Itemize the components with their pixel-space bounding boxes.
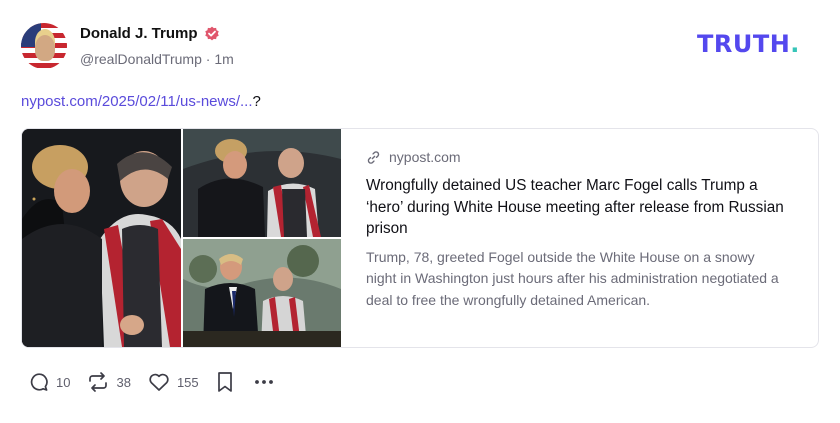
bookmark-icon bbox=[217, 372, 232, 392]
author-name[interactable]: Donald J. Trump bbox=[80, 25, 198, 42]
preview-description: Trump, 78, greeted Fogel outside the Whi… bbox=[366, 248, 779, 308]
preview-image-top bbox=[183, 129, 341, 237]
avatar[interactable] bbox=[21, 23, 67, 69]
retruth-count: 38 bbox=[116, 374, 131, 390]
preview-image-main bbox=[22, 129, 181, 347]
preview-photo-1 bbox=[22, 129, 181, 347]
post-link[interactable]: nypost.com/2025/02/11/us-news/... bbox=[21, 93, 253, 110]
like-icon bbox=[149, 373, 169, 391]
logo-dot: . bbox=[790, 30, 800, 58]
reply-count: 10 bbox=[56, 374, 71, 390]
retruth-button[interactable]: 38 bbox=[86, 371, 131, 393]
post-actions: 10 38 155 bbox=[28, 370, 293, 394]
meta-separator: · bbox=[205, 51, 211, 67]
preview-photo-3 bbox=[183, 239, 341, 347]
preview-domain: nypost.com bbox=[389, 149, 461, 165]
bookmark-button[interactable] bbox=[215, 370, 235, 394]
preview-photo-2 bbox=[183, 129, 341, 237]
post-time[interactable]: 1m bbox=[214, 51, 233, 67]
reply-icon bbox=[30, 373, 48, 391]
author-meta: @realDonaldTrump · 1m bbox=[80, 51, 234, 67]
verified-icon bbox=[204, 26, 219, 40]
link-preview-card[interactable]: nypost.com Wrongfully detained US teache… bbox=[21, 128, 819, 348]
retruth-icon bbox=[89, 372, 108, 392]
post-text: nypost.com/2025/02/11/us-news/...? bbox=[21, 93, 261, 110]
preview-domain-row: nypost.com bbox=[366, 149, 786, 165]
more-icon bbox=[254, 380, 273, 384]
post-link-suffix: ? bbox=[252, 93, 261, 110]
like-count: 155 bbox=[176, 374, 199, 390]
logo-text: TRUTH bbox=[697, 30, 791, 58]
truth-logo[interactable]: TRUTH. bbox=[697, 30, 800, 58]
author-row: Donald J. Trump bbox=[80, 25, 220, 42]
more-button[interactable] bbox=[251, 371, 277, 393]
link-icon bbox=[367, 150, 380, 164]
author-handle[interactable]: @realDonaldTrump bbox=[80, 51, 202, 67]
preview-title[interactable]: Wrongfully detained US teacher Marc Foge… bbox=[366, 175, 786, 240]
like-button[interactable]: 155 bbox=[147, 371, 199, 393]
preview-text: nypost.com Wrongfully detained US teache… bbox=[366, 149, 786, 311]
reply-button[interactable]: 10 bbox=[28, 371, 70, 393]
preview-image-bottom bbox=[183, 239, 341, 347]
